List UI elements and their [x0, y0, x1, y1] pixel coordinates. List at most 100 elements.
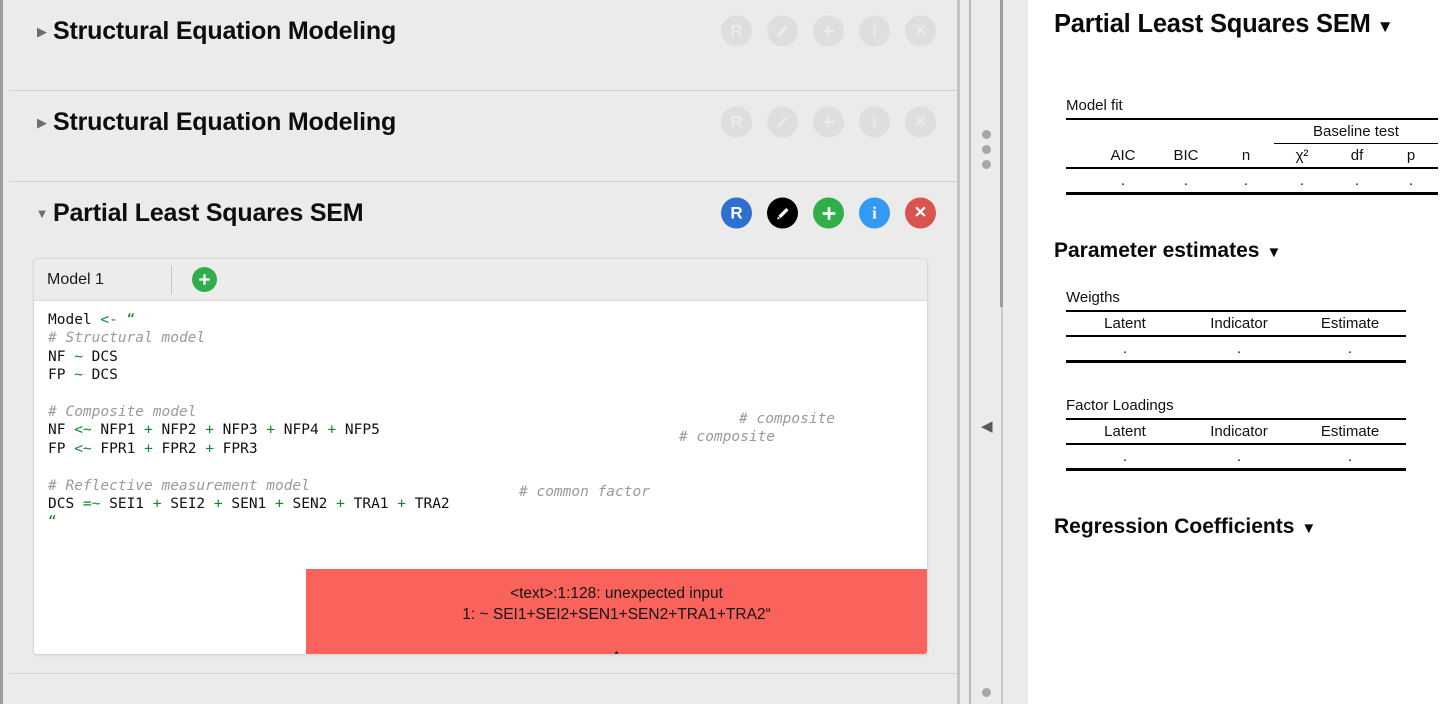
model-fit-span-row: Baseline test	[1066, 118, 1438, 144]
parameter-estimates-label: Parameter estimates	[1054, 239, 1260, 262]
error-line-2: 1: ~ SEI1+SEI2+SEN1+SEN2+TRA1+TRA2“	[462, 606, 771, 623]
trailing-comment-composite-2: # composite	[679, 429, 776, 445]
spacer-cell	[1218, 118, 1274, 144]
cell-aic: .	[1092, 168, 1154, 195]
panel-icon-row: R i ✕	[721, 15, 936, 47]
r-syntax-icon[interactable]: R	[721, 106, 752, 138]
info-label: i	[872, 113, 877, 130]
r-syntax-icon[interactable]: R	[721, 197, 752, 229]
model-syntax-editor[interactable]: Model <- “ # Structural model NF ~ DCS F…	[34, 301, 927, 654]
splitter-rail-left	[969, 0, 971, 704]
cell-bic: .	[1154, 168, 1218, 195]
results-title[interactable]: Partial Least Squares SEM ▼	[1054, 10, 1424, 39]
add-icon[interactable]	[813, 197, 844, 229]
cell-estimate: .	[1294, 336, 1406, 363]
spacer-cell	[1154, 118, 1218, 144]
panel-header[interactable]: Partial Least Squares SEM R	[9, 182, 958, 244]
col-estimate: Estimate	[1294, 310, 1406, 337]
analysis-panel-next[interactable]	[9, 674, 958, 704]
r-syntax-label: R	[730, 203, 743, 223]
trailing-comment-composite-1: # composite	[739, 411, 836, 427]
panel-splitter[interactable]: ◀	[960, 0, 1028, 704]
code-line-11: DCS =~ SEI1 + SEI2 + SEN1 + SEN2 + TRA1 …	[48, 496, 450, 513]
cell-indicator: .	[1184, 444, 1294, 471]
regression-coefficients-heading[interactable]: Regression Coefficients ▼	[1054, 515, 1424, 539]
col-p: p	[1384, 143, 1438, 169]
remove-label: ✕	[914, 113, 927, 131]
code-line-4: FP ~ DCS	[48, 367, 118, 384]
syntax-error-message: <text>:1:128: unexpected input 1: ~ SEI1…	[306, 569, 927, 654]
expand-collapse-triangle-icon[interactable]	[31, 116, 53, 129]
cell-latent: .	[1066, 336, 1184, 363]
col-indicator: Indicator	[1184, 418, 1294, 445]
code-line-7: NF <~ NFP1 + NFP2 + NFP3 + NFP4 + NFP5	[48, 422, 380, 439]
weights-caption: Weigths	[1066, 289, 1120, 306]
code-line-8: FP <~ FPR1 + FPR2 + FPR3	[48, 440, 258, 457]
error-caret: ∧	[306, 644, 927, 654]
expand-collapse-triangle-icon[interactable]	[31, 25, 53, 38]
cell-n: .	[1218, 168, 1274, 195]
code-line-12: “	[48, 514, 57, 531]
col-n: n	[1218, 143, 1274, 169]
model-editor-card: Model 1 Model <- “ # Structural model NF…	[33, 258, 928, 655]
weights-table: Latent Indicator Estimate . . .	[1066, 310, 1406, 363]
parameter-estimates-heading[interactable]: Parameter estimates ▼	[1054, 239, 1424, 263]
splitter-grip-icon[interactable]	[982, 130, 991, 169]
parameter-estimates-caret-icon[interactable]: ▼	[1266, 244, 1281, 261]
panel-header[interactable]: Structural Equation Modeling R i	[9, 0, 958, 62]
code-line-10: # Reflective measurement model	[48, 477, 310, 494]
factor-loadings-table: Latent Indicator Estimate . . .	[1066, 418, 1406, 471]
spacer-cell	[1066, 118, 1092, 144]
regression-coefficients-caret-icon[interactable]: ▼	[1301, 520, 1316, 537]
spacer-cell	[1092, 118, 1154, 144]
panel-title: Partial Least Squares SEM	[53, 198, 364, 227]
info-icon[interactable]: i	[859, 15, 890, 47]
remove-icon[interactable]: ✕	[905, 106, 936, 138]
cell-estimate: .	[1294, 444, 1406, 471]
analysis-panel-sem-1[interactable]: Structural Equation Modeling R i	[9, 0, 958, 91]
trailing-comment-common-factor: # common factor	[519, 484, 650, 500]
table-row: . . . . . .	[1066, 168, 1438, 195]
results-panel: Partial Least Squares SEM ▼ Model fit Bas…	[1028, 0, 1450, 704]
add-model-button[interactable]	[192, 267, 217, 292]
add-icon[interactable]	[813, 106, 844, 138]
edit-pencil-icon[interactable]	[767, 197, 798, 229]
r-syntax-label: R	[730, 21, 743, 41]
info-icon[interactable]: i	[859, 197, 890, 229]
info-icon[interactable]: i	[859, 106, 890, 138]
edit-pencil-icon[interactable]	[767, 15, 798, 47]
expand-collapse-triangle-icon[interactable]	[31, 207, 53, 220]
col-latent: Latent	[1066, 418, 1184, 445]
add-icon[interactable]	[813, 15, 844, 47]
analysis-panel-pls-sem[interactable]: Partial Least Squares SEM R	[9, 182, 958, 674]
tab-model-1[interactable]: Model 1	[34, 271, 171, 289]
collapse-results-arrow-icon[interactable]: ◀	[981, 419, 993, 434]
regression-coefficients-label: Regression Coefficients	[1054, 515, 1295, 538]
remove-icon[interactable]: ✕	[905, 197, 936, 229]
code-line-6: # Composite model	[48, 404, 197, 421]
edit-pencil-icon[interactable]	[767, 106, 798, 138]
info-label: i	[872, 22, 877, 39]
analysis-panel-sem-2[interactable]: Structural Equation Modeling R i	[9, 91, 958, 182]
panel-header[interactable]: Structural Equation Modeling R i	[9, 91, 958, 153]
panel-title: Structural Equation Modeling	[53, 16, 397, 45]
model-fit-caption: Model fit	[1066, 97, 1123, 114]
model-tab-bar: Model 1	[34, 259, 927, 301]
r-syntax-icon[interactable]: R	[721, 15, 752, 47]
results-title-caret-icon[interactable]: ▼	[1377, 17, 1394, 36]
remove-label: ✕	[914, 22, 927, 40]
code-line-1: Model <- “	[48, 312, 136, 328]
splitter-grip-dot-icon[interactable]	[982, 688, 991, 697]
cell-p: .	[1384, 168, 1438, 195]
error-line-1: <text>:1:128: unexpected input	[510, 585, 723, 602]
model-fit-header-row: AIC BIC n χ² df p	[1066, 143, 1438, 169]
vertical-scrollbar-thumb[interactable]	[1000, 0, 1003, 307]
col-chi-square: χ²	[1274, 143, 1330, 169]
results-title-text: Partial Least Squares SEM	[1054, 10, 1371, 38]
panel-icon-row: R i ✕	[721, 106, 936, 138]
weights-header-row: Latent Indicator Estimate	[1066, 310, 1406, 337]
model-fit-table: Baseline test AIC BIC n χ² df p . . . . …	[1066, 118, 1438, 195]
cell-blank	[1066, 168, 1092, 195]
factor-loadings-caption: Factor Loadings	[1066, 397, 1174, 414]
remove-icon[interactable]: ✕	[905, 15, 936, 47]
